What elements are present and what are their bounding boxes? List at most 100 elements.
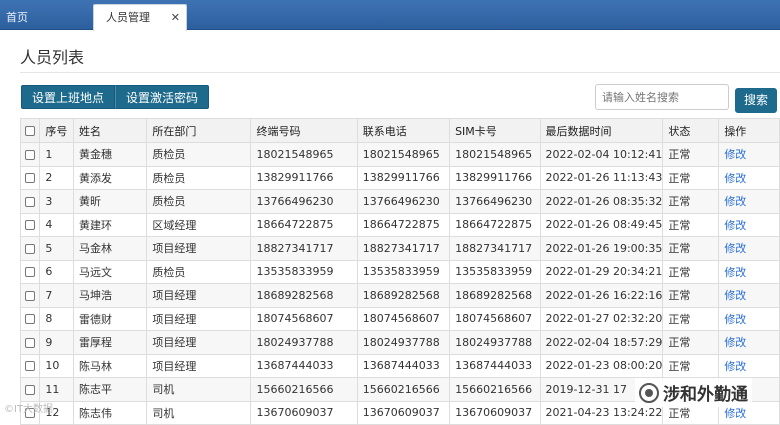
cell-terminal: 18664722875 (250, 212, 358, 237)
cell-terminal: 13687444033 (250, 353, 358, 378)
cell-no: 10 (39, 353, 74, 378)
cell-dept: 项目经理 (146, 236, 252, 261)
cell-dept: 司机 (146, 377, 252, 402)
table-header-row: 序号 姓名 所在部门 终端号码 联系电话 SIM卡号 最后数据时间 状态 操作 (19, 118, 780, 143)
row-checkbox[interactable] (19, 353, 41, 378)
cell-no: 9 (39, 330, 74, 355)
edit-link[interactable]: 修改 (718, 330, 780, 355)
row-checkbox[interactable] (19, 306, 41, 331)
cell-sim: 13829911766 (449, 165, 541, 190)
cell-sim: 18664722875 (449, 212, 541, 237)
cell-no: 7 (39, 283, 74, 308)
tab-personnel-management[interactable]: 人员管理 ✕ (93, 4, 187, 31)
select-all-checkbox[interactable] (19, 118, 41, 143)
tab-home[interactable]: 首页 (6, 5, 28, 30)
cell-terminal: 18024937788 (250, 330, 358, 355)
cell-phone: 13829911766 (356, 165, 451, 190)
column-header: 联系电话 (356, 118, 451, 143)
table-row: 4 黄建环 区域经理 18664722875 18664722875 1866472287… (19, 212, 780, 237)
row-checkbox[interactable] (19, 189, 41, 214)
cell-time: 2022-01-26 19:00:35 (539, 236, 664, 261)
cell-sim: 15660216566 (449, 377, 541, 402)
cell-time: 2022-01-26 08:35:32 (539, 189, 664, 214)
cell-dept: 项目经理 (146, 283, 252, 308)
edit-link[interactable]: 修改 (718, 306, 780, 331)
cell-time: 2022-01-27 02:32:20 (539, 306, 664, 331)
cell-sim: 18074568607 (449, 306, 541, 331)
set-work-location-button[interactable]: 设置上班地点 (21, 85, 116, 109)
cell-name: 马坤浩 (72, 283, 148, 308)
cell-dept: 质检员 (146, 189, 252, 214)
row-checkbox[interactable] (19, 236, 41, 261)
cell-dept: 项目经理 (146, 330, 252, 355)
table-row: 3 黄昕 质检员 13766496230 13766496230 13766496230 2… (19, 189, 780, 214)
cell-name: 黄建环 (72, 212, 148, 237)
column-header: 所在部门 (146, 118, 252, 143)
table-row: 9 雷厚程 项目经理 18024937788 18024937788 1802493778… (19, 330, 780, 355)
cell-name: 黄金穗 (72, 142, 148, 167)
cell-status: 正常 (662, 142, 720, 167)
cell-status: 正常 (662, 165, 720, 190)
cell-no: 6 (39, 259, 74, 284)
watermark-right: 涉和外勤通 (635, 378, 752, 407)
cell-time: 2022-02-04 10:12:41 (539, 142, 664, 167)
cell-time: 2022-01-26 11:13:43 (539, 165, 664, 190)
cell-time: 2022-01-26 08:49:45 (539, 212, 664, 237)
cell-sim: 13766496230 (449, 189, 541, 214)
watermark-brand-text: 涉和外勤通 (663, 385, 748, 405)
title-divider (20, 72, 780, 73)
row-checkbox[interactable] (19, 283, 41, 308)
cell-name: 陈志伟 (72, 400, 148, 425)
set-activation-password-button[interactable]: 设置激活密码 (115, 85, 210, 109)
cell-phone: 18664722875 (356, 212, 451, 237)
close-icon[interactable]: ✕ (171, 5, 180, 30)
row-checkbox[interactable] (19, 212, 41, 237)
tab-bar: 首页 人员管理 ✕ (0, 0, 780, 31)
search-input[interactable] (595, 84, 729, 110)
cell-name: 雷德财 (72, 306, 148, 331)
row-checkbox[interactable] (19, 377, 41, 402)
edit-link[interactable]: 修改 (718, 212, 780, 237)
tab-label: 人员管理 (106, 11, 150, 24)
table-row: 1 黄金穗 质检员 18021548965 18021548965 18021548965… (19, 142, 780, 167)
cell-status: 正常 (662, 259, 720, 284)
cell-sim: 13670609037 (449, 400, 541, 425)
table-row: 2 黄添发 质检员 13829911766 13829911766 13829911766… (19, 165, 780, 190)
cell-status: 正常 (662, 306, 720, 331)
edit-link[interactable]: 修改 (718, 283, 780, 308)
cell-time: 2022-01-26 16:22:16 (539, 283, 664, 308)
cell-status: 正常 (662, 212, 720, 237)
cell-time: 2022-01-29 20:34:21 (539, 259, 664, 284)
cell-terminal: 13535833959 (250, 259, 358, 284)
cell-dept: 质检员 (146, 142, 252, 167)
cell-phone: 18689282568 (356, 283, 451, 308)
search-button[interactable]: 搜索 (735, 88, 777, 113)
cell-phone: 13766496230 (356, 189, 451, 214)
edit-link[interactable]: 修改 (718, 259, 780, 284)
column-header: 序号 (39, 118, 74, 143)
cell-sim: 13535833959 (449, 259, 541, 284)
edit-link[interactable]: 修改 (718, 189, 780, 214)
edit-link[interactable]: 修改 (718, 165, 780, 190)
cell-status: 正常 (662, 236, 720, 261)
cell-phone: 13670609037 (356, 400, 451, 425)
row-checkbox[interactable] (19, 259, 41, 284)
cell-terminal: 13670609037 (250, 400, 358, 425)
action-button-group: 设置上班地点 设置激活密码 (21, 85, 210, 109)
cell-terminal: 18074568607 (250, 306, 358, 331)
row-checkbox[interactable] (19, 165, 41, 190)
table-row: 5 马金林 项目经理 18827341717 18827341717 1882734171… (19, 236, 780, 261)
cell-name: 陈志平 (72, 377, 148, 402)
cell-no: 4 (39, 212, 74, 237)
cell-status: 正常 (662, 353, 720, 378)
edit-link[interactable]: 修改 (718, 353, 780, 378)
row-checkbox[interactable] (19, 142, 41, 167)
cell-time: 2022-01-23 08:00:20 (539, 353, 664, 378)
table-row: 6 马远文 质检员 13535833959 13535833959 13535833959… (19, 259, 780, 284)
row-checkbox[interactable] (19, 330, 41, 355)
edit-link[interactable]: 修改 (718, 142, 780, 167)
edit-link[interactable]: 修改 (718, 236, 780, 261)
cell-phone: 13687444033 (356, 353, 451, 378)
cell-dept: 质检员 (146, 259, 252, 284)
cell-terminal: 18021548965 (250, 142, 358, 167)
